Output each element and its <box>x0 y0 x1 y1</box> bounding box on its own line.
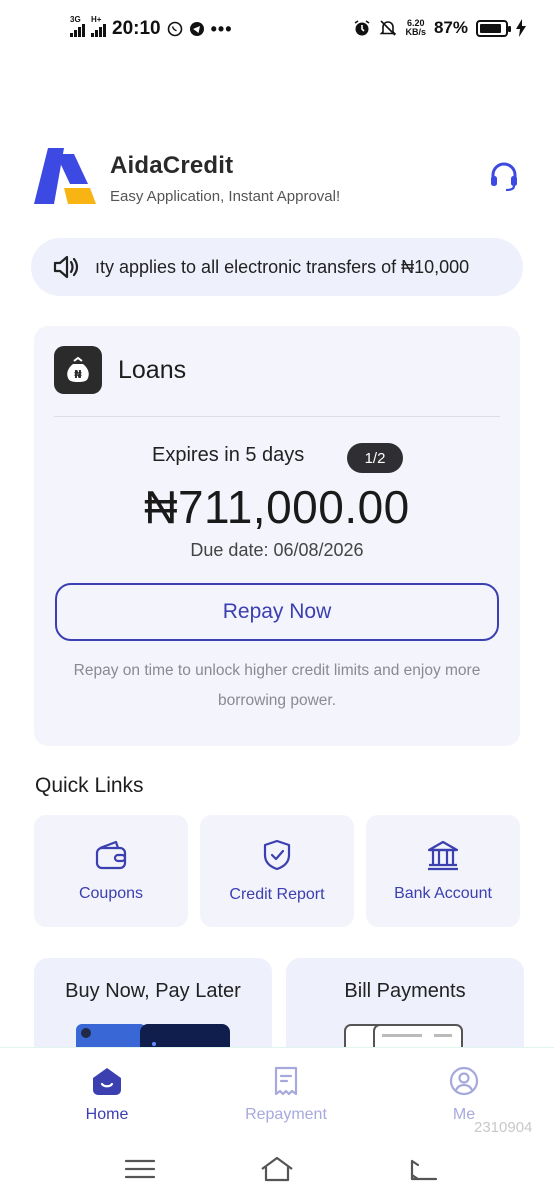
nav-repayment[interactable]: Repayment <box>226 1066 346 1124</box>
announcement-text: ıty applies to all electronic transfers … <box>95 256 470 277</box>
due-date-value: 06/08/2026 <box>273 540 364 560</box>
repay-now-button[interactable]: Repay Now <box>55 583 499 641</box>
quick-link-bank-account[interactable]: Bank Account <box>366 815 520 927</box>
status-right: 6.20 KB/s 87% <box>353 18 526 38</box>
battery-percent: 87% <box>433 18 468 37</box>
repay-hint: Repay on time to unlock higher credit li… <box>73 662 481 709</box>
expiry-text: Expires in 5 days <box>152 444 305 466</box>
signal-3g-icon: 3G <box>70 15 85 37</box>
status-left: 3G H+ 20:10 ••• <box>70 15 233 40</box>
user-icon <box>449 1066 479 1096</box>
announcement-bar[interactable]: ıty applies to all electronic transfers … <box>31 238 523 296</box>
headset-support-icon[interactable] <box>488 160 520 192</box>
watermark: 2310904 <box>474 1119 533 1136</box>
system-navigation-bar <box>0 1147 554 1200</box>
quick-link-label: Bank Account <box>394 885 492 902</box>
back-icon[interactable] <box>404 1155 440 1183</box>
charging-icon <box>516 19 526 37</box>
app-header: AidaCredit Easy Application, Instant App… <box>34 140 520 210</box>
loan-page-indicator: 1/2 <box>347 443 403 473</box>
nav-label: Me <box>452 1106 476 1123</box>
whatsapp-icon <box>167 21 182 37</box>
telegram-icon <box>189 22 204 36</box>
net-speed: 6.20 KB/s <box>405 18 426 37</box>
due-date-row: Due date: 06/08/2026 <box>34 540 520 561</box>
shield-check-icon <box>263 839 291 871</box>
loan-card-title: Loans <box>118 355 187 384</box>
recent-apps-icon[interactable] <box>122 1155 158 1183</box>
receipt-icon <box>274 1066 298 1096</box>
quick-links-title: Quick Links <box>35 774 144 797</box>
loan-card: ₦ Loans Expires in 5 days 1/2 ₦711,000.0… <box>34 326 520 746</box>
bank-icon <box>427 840 459 871</box>
more-notifications-icon: ••• <box>210 18 233 39</box>
quick-link-credit-report[interactable]: Credit Report <box>200 815 354 927</box>
speaker-icon <box>53 255 79 279</box>
battery-icon <box>476 19 511 37</box>
home-system-icon[interactable] <box>259 1155 295 1183</box>
divider <box>54 416 500 417</box>
quick-link-coupons[interactable]: Coupons <box>34 815 188 927</box>
app-name: AidaCredit <box>110 152 234 179</box>
status-bar: 3G H+ 20:10 ••• 6.20 KB/s 87% <box>0 0 554 62</box>
money-bag-icon: ₦ <box>54 346 102 394</box>
nav-me[interactable]: Me <box>404 1066 524 1124</box>
svg-text:₦: ₦ <box>74 368 82 381</box>
app-tagline: Easy Application, Instant Approval! <box>110 188 341 205</box>
aidacredit-logo <box>34 148 96 204</box>
promo-title: Buy Now, Pay Later <box>65 980 241 1002</box>
nav-label: Home <box>85 1106 129 1123</box>
nav-home[interactable]: Home <box>47 1066 167 1124</box>
due-date-label: Due date: <box>190 540 269 560</box>
mute-bell-icon <box>380 20 397 36</box>
promo-title: Bill Payments <box>344 980 466 1002</box>
signal-hplus-icon: H+ <box>91 15 106 37</box>
loan-amount: ₦711,000.00 <box>144 481 410 533</box>
loan-card-header: ₦ Loans <box>54 346 186 394</box>
wallet-icon <box>95 840 127 870</box>
home-icon <box>93 1068 121 1095</box>
quick-links: Coupons Credit Report Bank Account <box>34 815 520 927</box>
quick-link-label: Credit Report <box>229 886 325 903</box>
bottom-navigation: Home Repayment Me <box>0 1047 554 1147</box>
clock: 20:10 <box>112 18 161 39</box>
alarm-icon <box>355 20 370 36</box>
nav-label: Repayment <box>245 1106 327 1123</box>
quick-link-label: Coupons <box>78 885 144 902</box>
